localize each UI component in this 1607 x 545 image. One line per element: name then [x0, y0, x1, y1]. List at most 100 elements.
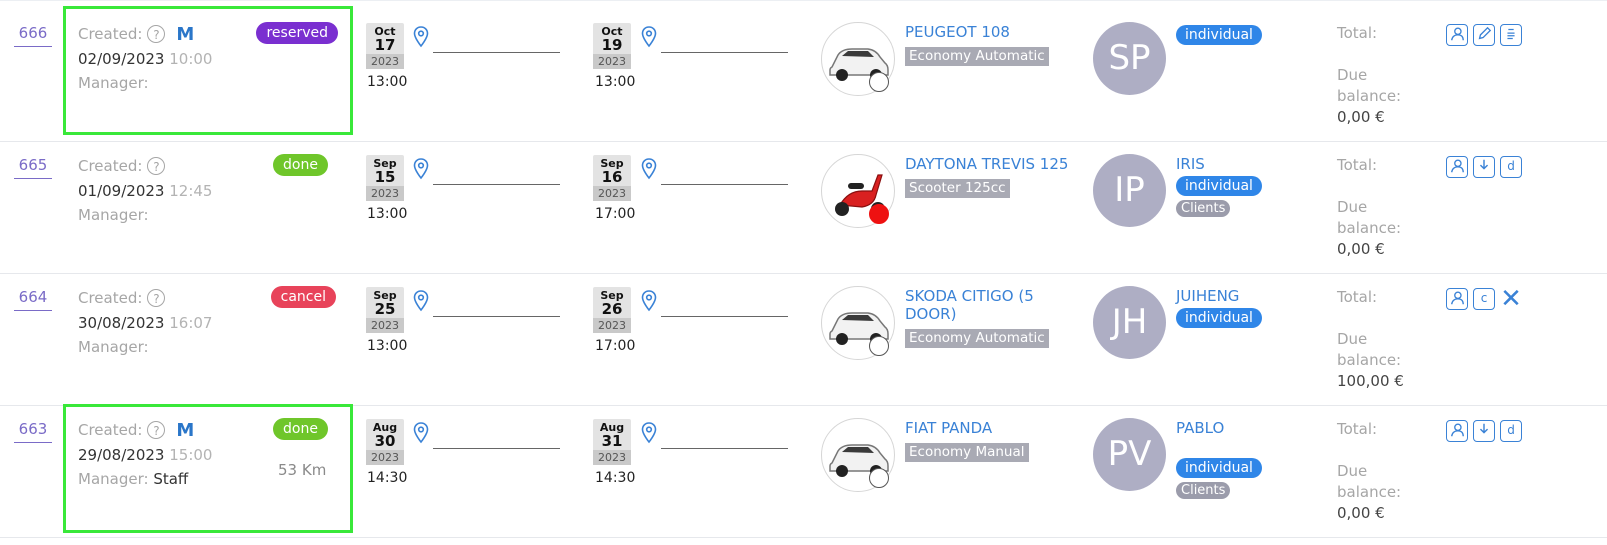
due-amount: 100,00 € — [1337, 372, 1404, 390]
vehicle-name-link[interactable]: FIAT PANDA — [905, 419, 1075, 437]
edit-icon[interactable] — [1473, 24, 1495, 46]
clipboard-icon[interactable] — [1500, 24, 1522, 46]
d-icon[interactable]: d — [1500, 156, 1522, 178]
due-label: Due — [1337, 462, 1368, 480]
client-name-link[interactable]: IRIS — [1176, 155, 1316, 174]
user-icon[interactable] — [1446, 288, 1468, 310]
booking-id-link[interactable]: 663 — [14, 420, 52, 443]
client-type-badge: individual — [1176, 458, 1262, 478]
user-icon[interactable] — [1446, 420, 1468, 442]
help-icon[interactable]: ? — [147, 25, 166, 43]
due-label-2: balance: — [1337, 87, 1402, 105]
booking-row: 666 Created: ? M 02/09/2023 10:00 Manage… — [0, 6, 1607, 142]
manager-line: Manager: — [78, 74, 149, 92]
pickup-time: 13:00 — [367, 74, 408, 90]
row-actions: c ✕ — [1446, 286, 1522, 312]
pickup-date-tile: Oct 17 2023 — [366, 23, 404, 69]
client-name-link[interactable]: JUIHENG — [1176, 287, 1316, 306]
booking-row: 665 Created: ? 01/09/2023 12:45 Manager:… — [0, 142, 1607, 274]
created-label: Created: — [78, 421, 143, 439]
client-block: IRIS individual Clients — [1176, 155, 1316, 217]
row-actions: d — [1446, 156, 1522, 178]
client-type-badge: individual — [1176, 25, 1262, 45]
client-type-badge: individual — [1176, 308, 1262, 328]
vehicle-name-link[interactable]: SKODA CITIGO (5 DOOR) — [905, 287, 1075, 323]
total-label: Total: — [1337, 156, 1378, 174]
due-amount: 0,00 € — [1337, 108, 1385, 126]
totals-block: Total: Due balance: 0,00 € — [1337, 419, 1401, 524]
location-pin-icon[interactable] — [413, 422, 429, 444]
pickup-time: 14:30 — [367, 470, 408, 486]
location-pin-icon[interactable] — [641, 26, 657, 48]
client-block: JUIHENG individual — [1176, 287, 1316, 328]
dropoff-time: 17:00 — [595, 338, 636, 354]
user-icon[interactable] — [1446, 156, 1468, 178]
row-actions — [1446, 24, 1522, 46]
location-pin-icon[interactable] — [413, 158, 429, 180]
created-block: Created: ? 01/09/2023 12:45 Manager: don… — [78, 154, 348, 264]
dropoff-location-line — [661, 316, 788, 317]
client-block: individual — [1176, 23, 1316, 45]
dropoff-location-line — [661, 184, 788, 185]
client-block: PABLO individual Clients — [1176, 419, 1316, 499]
vehicle-name-link[interactable]: DAYTONA TREVIS 125 — [905, 155, 1075, 173]
due-label-2: balance: — [1337, 483, 1402, 501]
pickup-location-line — [433, 316, 560, 317]
help-icon[interactable]: ? — [147, 421, 166, 439]
created-block: Created: ? M 02/09/2023 10:00 Manager: r… — [78, 22, 348, 132]
created-block: Created: ? 30/08/2023 16:07 Manager: can… — [78, 286, 348, 396]
vehicle-info: PEUGEOT 108 Economy Automatic — [905, 23, 1075, 66]
created-block: Created: ? M 29/08/2023 15:00 Manager: S… — [78, 418, 348, 528]
vehicle-status-dot — [869, 72, 889, 92]
c-icon[interactable]: c — [1473, 288, 1495, 310]
dropoff-location-line — [661, 448, 788, 449]
status-badge: done — [273, 154, 328, 176]
totals-block: Total: Due balance: 0,00 € — [1337, 23, 1401, 128]
close-icon[interactable]: ✕ — [1500, 286, 1522, 312]
location-pin-icon[interactable] — [641, 422, 657, 444]
location-pin-icon[interactable] — [413, 26, 429, 48]
user-icon[interactable] — [1446, 24, 1468, 46]
due-amount: 0,00 € — [1337, 504, 1385, 522]
pickup-time: 13:00 — [367, 338, 408, 354]
booking-id-link[interactable]: 664 — [14, 288, 52, 311]
total-label: Total: — [1337, 24, 1378, 42]
status-badge: done — [273, 418, 328, 440]
due-label: Due — [1337, 198, 1368, 216]
help-icon[interactable]: ? — [147, 289, 166, 307]
pickup-time: 13:00 — [367, 206, 408, 222]
d-icon[interactable]: d — [1500, 420, 1522, 442]
created-date: 01/09/2023 12:45 — [78, 182, 213, 200]
created-label: Created: — [78, 25, 143, 43]
location-pin-icon[interactable] — [413, 290, 429, 312]
location-pin-icon[interactable] — [641, 290, 657, 312]
totals-block: Total: Due balance: 0,00 € — [1337, 155, 1401, 260]
vehicle-info: FIAT PANDA Economy Manual — [905, 419, 1075, 462]
due-label-2: balance: — [1337, 219, 1402, 237]
download-icon[interactable] — [1473, 156, 1495, 178]
pickup-date-tile: Sep 15 2023 — [366, 155, 404, 201]
vehicle-name-link[interactable]: PEUGEOT 108 — [905, 23, 1075, 41]
vehicle-info: SKODA CITIGO (5 DOOR) Economy Automatic — [905, 287, 1075, 348]
avatar: JH — [1093, 286, 1166, 359]
dropoff-date-tile: Sep 16 2023 — [593, 155, 631, 201]
created-date: 30/08/2023 16:07 — [78, 314, 213, 332]
bookings-list: 666 Created: ? M 02/09/2023 10:00 Manage… — [0, 0, 1607, 538]
download-icon[interactable] — [1473, 420, 1495, 442]
status-badge: cancel — [270, 286, 336, 308]
location-pin-icon[interactable] — [641, 158, 657, 180]
dropoff-date-tile: Oct 19 2023 — [593, 23, 631, 69]
dropoff-date-tile: Aug 31 2023 — [593, 419, 631, 465]
vehicle-category: Scooter 125cc — [905, 179, 1010, 198]
m-logo-icon: M — [176, 23, 195, 45]
help-icon[interactable]: ? — [147, 157, 166, 175]
created-label: Created: — [78, 157, 143, 175]
dropoff-time: 14:30 — [595, 470, 636, 486]
booking-id-link[interactable]: 665 — [14, 156, 52, 179]
booking-id-link[interactable]: 666 — [14, 24, 52, 47]
total-label: Total: — [1337, 288, 1378, 306]
client-name-link[interactable]: PABLO — [1176, 419, 1316, 438]
manager-line: Manager: — [78, 338, 149, 356]
total-label: Total: — [1337, 420, 1378, 438]
row-actions: d — [1446, 420, 1522, 442]
